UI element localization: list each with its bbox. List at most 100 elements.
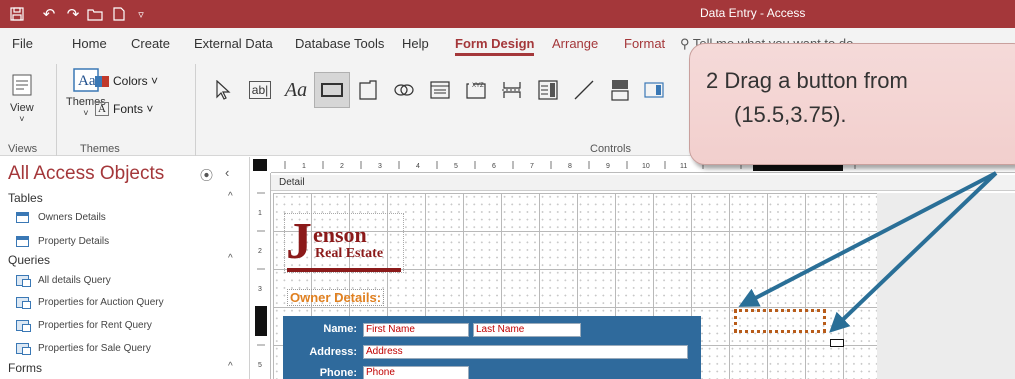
svg-text:10: 10: [642, 163, 650, 170]
last-name-field[interactable]: Last Name: [473, 323, 581, 337]
nav-item-label: Owners Details: [38, 211, 106, 223]
nav-item-rent-query[interactable]: Properties for Rent Query: [16, 316, 152, 334]
title-bar: ↶ ↷ ▿ Data Entry - Access: [0, 0, 1015, 28]
nav-item-owners-details[interactable]: Owners Details: [16, 208, 106, 226]
chevron-down-icon: ˅: [83, 108, 89, 118]
logo-name: enson: [313, 222, 367, 247]
svg-text:2: 2: [258, 248, 262, 255]
fonts-button[interactable]: A Fonts ˅: [95, 102, 153, 116]
nav-menu-icon[interactable]: ⦿: [200, 165, 213, 184]
colors-label: Colors ˅: [113, 74, 159, 88]
colors-icon: [95, 75, 109, 87]
table-icon: [16, 211, 29, 223]
redo-icon[interactable]: ↷: [62, 4, 84, 24]
svg-text:9: 9: [606, 163, 610, 170]
name-label[interactable]: Name:: [283, 323, 357, 335]
tab-create[interactable]: Create: [131, 36, 170, 51]
web-browser-control-icon[interactable]: [422, 72, 458, 108]
view-label: View: [10, 102, 34, 114]
window-title: Data Entry - Access: [700, 6, 806, 20]
tab-home[interactable]: Home: [72, 36, 107, 51]
divider: [56, 64, 57, 156]
company-logo[interactable]: J enson Real Estate: [284, 213, 404, 273]
combo-box-control-icon[interactable]: [530, 72, 566, 108]
nav-item-label: Properties for Auction Query: [38, 296, 164, 308]
address-field[interactable]: Address: [363, 345, 688, 359]
colors-button[interactable]: Colors ˅: [95, 74, 158, 88]
page-break-control-icon[interactable]: [494, 72, 530, 108]
instruction-callout: 2 Drag a button from (15.5,3.75).: [689, 43, 1015, 165]
nav-item-sale-query[interactable]: Properties for Sale Query: [16, 339, 151, 357]
nav-section-tables[interactable]: Tables: [8, 191, 43, 205]
svg-text:11: 11: [680, 163, 687, 170]
owner-fields-panel[interactable]: Name: First Name Last Name Address: Addr…: [283, 316, 701, 379]
callout-text: 2 Drag a button from (15.5,3.75).: [706, 64, 908, 132]
tab-control-icon[interactable]: [350, 72, 386, 108]
label-control-icon[interactable]: Aa: [278, 72, 314, 108]
group-views-label: Views: [8, 143, 38, 155]
toggle-button-control-icon[interactable]: [602, 72, 638, 108]
chevron-up-icon[interactable]: ^: [228, 191, 233, 202]
nav-item-auction-query[interactable]: Properties for Auction Query: [16, 293, 164, 311]
group-controls-label: Controls: [590, 143, 631, 155]
nav-section-forms[interactable]: Forms: [8, 361, 42, 375]
tab-format[interactable]: Format: [624, 36, 665, 51]
detail-section-bar[interactable]: Detail: [271, 175, 1015, 191]
form-selector[interactable]: [253, 159, 267, 171]
svg-text:6: 6: [492, 163, 496, 170]
tab-arrange[interactable]: Arrange: [552, 36, 598, 51]
tab-help[interactable]: Help: [402, 36, 429, 51]
logo-letter: J: [286, 213, 312, 270]
svg-text:7: 7: [530, 163, 534, 170]
first-name-field[interactable]: First Name: [363, 323, 469, 337]
query-icon: [16, 296, 31, 309]
save-icon[interactable]: [6, 4, 28, 24]
textbox-control-icon[interactable]: ab|: [242, 72, 278, 108]
tab-file[interactable]: File: [12, 36, 33, 51]
phone-field[interactable]: Phone: [363, 366, 469, 379]
drag-target-area[interactable]: [734, 309, 826, 333]
hyperlink-control-icon[interactable]: [386, 72, 422, 108]
callout-line-2: (15.5,3.75).: [734, 102, 847, 127]
nav-item-all-details-query[interactable]: All details Query: [16, 271, 111, 289]
customize-qat-icon[interactable]: ▿: [130, 4, 152, 24]
tab-form-design[interactable]: Form Design: [455, 36, 535, 56]
view-button[interactable]: View ˅: [10, 74, 34, 124]
chevron-up-icon[interactable]: ^: [228, 361, 233, 372]
view-icon: [12, 74, 32, 96]
textbox-control-glyph: ab|: [248, 81, 272, 99]
select-pointer-icon[interactable]: [205, 72, 241, 108]
new-file-icon[interactable]: [108, 4, 130, 24]
table-icon: [16, 235, 29, 247]
option-group-control-icon[interactable]: XYZ: [458, 72, 494, 108]
open-folder-icon[interactable]: [84, 4, 106, 24]
svg-text:1: 1: [302, 163, 306, 170]
button-control-cursor[interactable]: [830, 339, 844, 347]
logo-underline: [287, 268, 401, 272]
list-box-control-icon[interactable]: [636, 72, 672, 108]
button-control-icon[interactable]: [314, 72, 350, 108]
line-control-icon[interactable]: [566, 72, 602, 108]
tab-database-tools[interactable]: Database Tools: [295, 36, 384, 51]
tab-external-data[interactable]: External Data: [194, 36, 273, 51]
nav-section-queries[interactable]: Queries: [8, 253, 50, 267]
chevron-down-icon: ˅: [19, 114, 25, 124]
query-icon: [16, 342, 31, 355]
address-label[interactable]: Address:: [283, 346, 357, 358]
nav-item-property-details[interactable]: Property Details: [16, 232, 109, 250]
vertical-ruler[interactable]: 12345: [251, 173, 271, 379]
fonts-label: Fonts ˅: [113, 102, 154, 116]
svg-text:Aa: Aa: [78, 73, 96, 89]
svg-text:3: 3: [378, 163, 382, 170]
nav-pane-title[interactable]: All Access Objects: [8, 163, 164, 185]
undo-icon[interactable]: ↶: [38, 4, 60, 24]
phone-label[interactable]: Phone:: [283, 367, 357, 379]
collapse-pane-icon[interactable]: ‹: [225, 165, 229, 180]
nav-item-label: All details Query: [38, 274, 111, 286]
chevron-up-icon[interactable]: ^: [228, 253, 233, 264]
svg-text:4: 4: [416, 163, 420, 170]
fonts-icon: A: [95, 102, 109, 116]
logo-subtitle: Real Estate: [315, 246, 384, 261]
option-group-glyph: XYZ: [472, 83, 484, 89]
owner-details-heading[interactable]: Owner Details:: [287, 289, 385, 306]
